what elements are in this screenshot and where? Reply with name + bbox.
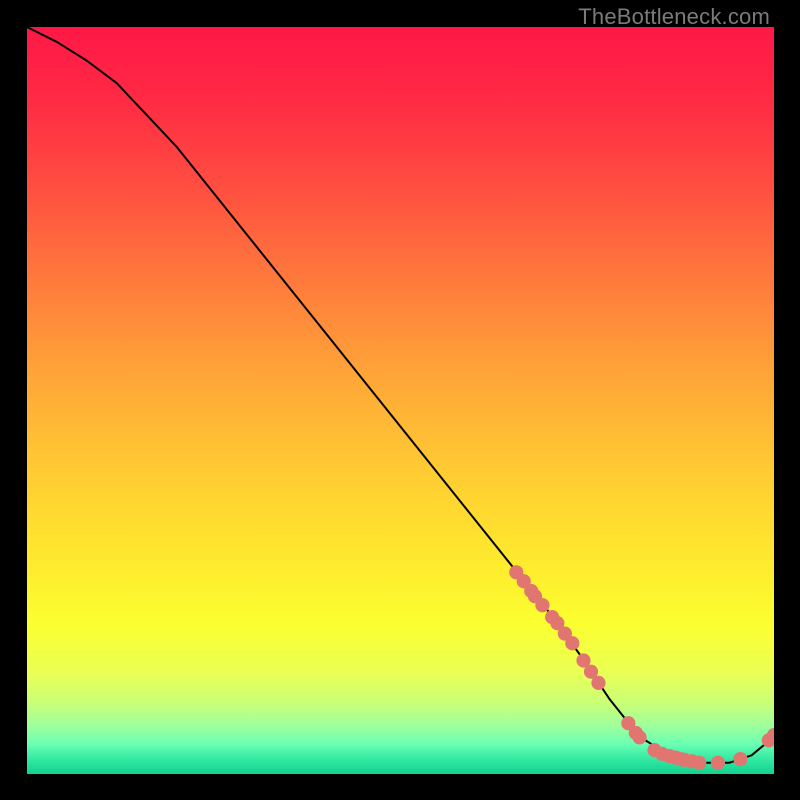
- data-marker: [591, 676, 605, 690]
- data-marker: [692, 756, 706, 770]
- plot-area: [27, 27, 774, 774]
- chart-overlay: [27, 27, 774, 774]
- data-marker: [733, 752, 747, 766]
- data-marker: [535, 598, 549, 612]
- watermark-label: TheBottleneck.com: [578, 4, 770, 30]
- data-marker: [565, 636, 579, 650]
- data-markers: [509, 565, 774, 770]
- data-marker: [711, 756, 725, 770]
- bottleneck-curve: [27, 27, 774, 763]
- data-marker: [632, 730, 646, 744]
- chart-stage: TheBottleneck.com: [0, 0, 800, 800]
